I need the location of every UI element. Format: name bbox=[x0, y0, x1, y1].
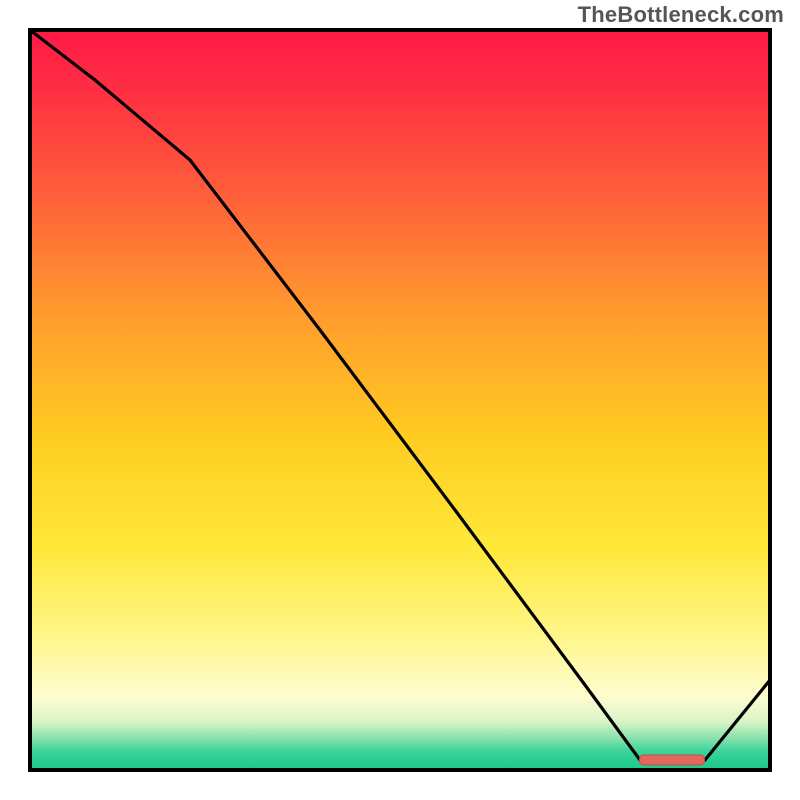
bottleneck-chart bbox=[0, 0, 800, 800]
watermark-text: TheBottleneck.com bbox=[578, 4, 784, 26]
plot-background bbox=[30, 30, 770, 770]
optimal-range-marker bbox=[640, 755, 705, 765]
chart-frame: TheBottleneck.com bbox=[0, 0, 800, 800]
